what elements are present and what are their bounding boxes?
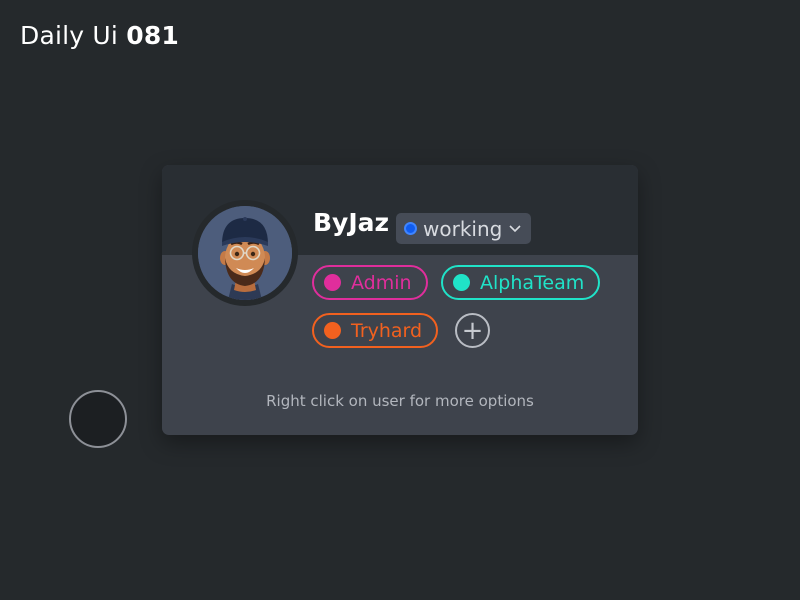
- username: ByJaz: [313, 208, 390, 237]
- tag-label: Admin: [351, 271, 412, 294]
- tag-label: AlphaTeam: [480, 271, 585, 294]
- avatar[interactable]: [192, 200, 298, 306]
- status-dropdown[interactable]: working: [396, 213, 532, 244]
- tag-tryhard[interactable]: Tryhard: [312, 313, 439, 348]
- chevron-down-icon: [509, 222, 521, 236]
- tag-color-dot: [453, 274, 470, 291]
- tag-alphateam[interactable]: AlphaTeam: [441, 265, 601, 300]
- tag-color-dot: [324, 322, 341, 339]
- cursor-indicator: [69, 390, 127, 448]
- page-title-number: 081: [126, 21, 180, 50]
- tag-admin[interactable]: Admin: [312, 265, 428, 300]
- tag-color-dot: [324, 274, 341, 291]
- page-title-prefix: Daily Ui: [20, 21, 119, 50]
- status-label: working: [423, 216, 503, 241]
- add-tag-button[interactable]: +: [455, 313, 490, 348]
- plus-icon: +: [461, 315, 484, 346]
- memoji-avatar-icon: [198, 206, 292, 300]
- status-indicator-dot: [404, 222, 417, 235]
- hint-text: Right click on user for more options: [266, 392, 534, 410]
- tag-label: Tryhard: [351, 319, 423, 342]
- page-title: Daily Ui 081: [20, 21, 179, 50]
